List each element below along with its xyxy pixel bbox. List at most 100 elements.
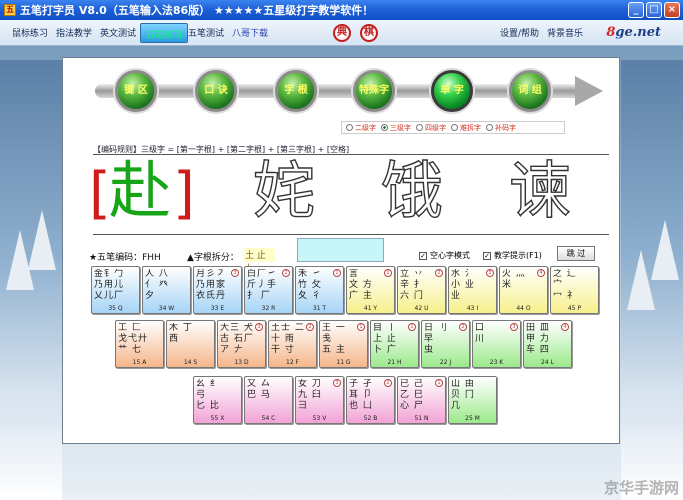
key-stroke-badge: 3: [231, 269, 239, 277]
hint-checkbox[interactable]: ✓ 教学提示(F1): [483, 250, 542, 261]
roots-value: 土 止 卜: [243, 248, 275, 274]
key-code-label: 54 C: [261, 415, 276, 422]
key-j: 日 刂早 虫 2 22 J: [421, 320, 470, 368]
key-roots: 山 由贝 冂几: [451, 379, 475, 411]
nav-english-test[interactable]: 英文测试: [100, 26, 136, 39]
key-b: 子 孑耳 卩也 凵 2 52 B: [346, 376, 395, 424]
key-u: 立 丷辛 扌六 门 2 42 U: [397, 266, 446, 314]
skip-button[interactable]: 跳 过: [557, 246, 595, 261]
window-controls: _ □ ×: [628, 2, 680, 18]
key-code-label: 43 I: [466, 305, 479, 312]
key-stroke-badge: 2: [282, 269, 290, 277]
key-roots: 木 丁西: [169, 323, 193, 344]
radio-supplement[interactable]: 补码字: [486, 123, 516, 133]
nav-download[interactable]: 八哥下载: [232, 26, 268, 39]
key-s: 木 丁西 14 S: [166, 320, 215, 368]
key-y: 言 文 方广 主 1 41 Y: [346, 266, 395, 314]
upcoming-char: 姹: [252, 154, 316, 227]
key-code-label: 23 K: [489, 359, 504, 366]
minimize-button[interactable]: _: [628, 2, 644, 18]
level-radio-group: 二级字 三级字 四级字 难拆字 补码字: [341, 121, 565, 134]
key-code-label: 34 W: [158, 305, 175, 312]
key-stroke-badge: 1: [408, 323, 416, 331]
nav-bg-music[interactable]: 背景音乐: [547, 26, 583, 39]
key-code-label: 55 X: [210, 415, 225, 422]
nav-fingering[interactable]: 指法教学: [56, 26, 92, 39]
key-roots: 之 辶 宀冖 礻: [553, 269, 577, 301]
key-stroke-badge: 3: [255, 323, 263, 331]
key-i: 水 氵小 业 业 3 43 I: [448, 266, 497, 314]
radio-level-2[interactable]: 二级字: [346, 123, 376, 133]
bracket-right: ]: [173, 161, 195, 226]
key-code-label: 11 G: [336, 359, 351, 366]
maximize-button[interactable]: □: [646, 2, 662, 18]
key-roots: 金钅勹 乃用儿 乂儿厂: [94, 269, 125, 301]
radio-level-3[interactable]: 三级字: [381, 123, 411, 133]
key-roots: 又 厶巴 马: [247, 379, 271, 400]
key-stroke-badge: 1: [333, 269, 341, 277]
key-code-label: 13 D: [234, 359, 249, 366]
nav-bar: 鼠标练习 指法教学 英文测试 五笔练习 五笔测试 八哥下载 典 棋 设置/帮助 …: [0, 20, 683, 46]
nav-wubi-test[interactable]: 五笔测试: [188, 26, 224, 39]
orb-single-char[interactable]: 单 字: [431, 70, 473, 112]
key-k: 口 川 3 23 K: [472, 320, 521, 368]
orb-roots[interactable]: 字 根: [275, 70, 317, 112]
nav-wubi-practice[interactable]: 五笔练习: [140, 23, 189, 43]
radio-hard-split[interactable]: 难拆字: [451, 123, 481, 133]
key-p: 之 辶 宀冖 礻 45 P: [550, 266, 599, 314]
key-code-label: 44 O: [516, 305, 531, 312]
key-o: 火 灬 米 4 44 O: [499, 266, 548, 314]
game-seal-qi[interactable]: 棋: [360, 24, 378, 42]
key-stroke-badge: 2: [384, 379, 392, 387]
key-code-label: 25 M: [465, 415, 480, 422]
key-stroke-badge: 3: [333, 379, 341, 387]
key-q: 金钅勹 乃用儿 乂儿厂 35 Q: [91, 266, 140, 314]
key-stroke-badge: 3: [486, 269, 494, 277]
radio-dot: [346, 124, 353, 131]
orb-keyarea[interactable]: 键 区: [115, 70, 157, 112]
orb-phrases[interactable]: 词 组: [509, 70, 551, 112]
orb-special[interactable]: 特殊字: [353, 70, 395, 112]
window-titlebar: 五 五笔打字员 V8.0（五笔输入法86版） ★★★★★五星级打字教学软件！ _…: [0, 0, 683, 20]
key-stroke-badge: 2: [435, 269, 443, 277]
snow-ground: [0, 430, 62, 500]
key-code-label: 33 E: [210, 305, 225, 312]
key-stroke-badge: 1: [435, 379, 443, 387]
orb-formula[interactable]: 口 诀: [195, 70, 237, 112]
key-code-label: 35 Q: [108, 305, 123, 312]
key-code-label: 41 Y: [363, 305, 378, 312]
key-h: 目 丨上 止卜 广 1 21 H: [370, 320, 419, 368]
key-stroke-badge: 4: [561, 323, 569, 331]
key-code-label: 52 B: [363, 415, 378, 422]
key-w: 人 八亻 癶 夕 34 W: [142, 266, 191, 314]
radio-dot: [451, 124, 458, 131]
radio-dot: [486, 124, 493, 131]
key-a: 工 匚戈弋廾艹 七 15 A: [115, 320, 164, 368]
key-roots: 幺 纟弓 匕 比: [196, 379, 220, 411]
key-c: 又 厶巴 马 54 C: [244, 376, 293, 424]
snow-tree: [28, 210, 56, 270]
radio-level-4[interactable]: 四级字: [416, 123, 446, 133]
key-e: 月彡㇇ 乃用家 衣氏丹 3 33 E: [193, 266, 242, 314]
hollow-mode-checkbox[interactable]: ✓ 空心字模式: [419, 250, 470, 261]
key-code-label: 21 H: [387, 359, 402, 366]
key-v: 女 刀九 臼 彐 3 53 V: [295, 376, 344, 424]
nav-mouse-practice[interactable]: 鼠标练习: [12, 26, 48, 39]
radio-dot-selected: [381, 124, 388, 131]
key-t: 禾 ㇀竹 攵夂 彳 1 31 T: [295, 266, 344, 314]
key-d: 大三 犬古 石厂 ア 𠂇 3 13 D: [217, 320, 266, 368]
close-button[interactable]: ×: [664, 2, 680, 18]
key-stroke-badge: 1: [384, 269, 392, 277]
game-seal-dian[interactable]: 典: [333, 24, 351, 42]
key-g: 王 一 戋五 主 1 11 G: [319, 320, 368, 368]
typing-input[interactable]: [297, 238, 384, 262]
key-code-label: 15 A: [132, 359, 147, 366]
key-code-label: 24 L: [541, 359, 554, 366]
key-f: 土士 二十 雨 干 寸 2 12 F: [268, 320, 317, 368]
key-code-label: 53 V: [312, 415, 327, 422]
nav-settings-help[interactable]: 设置/帮助: [500, 26, 539, 39]
key-code-label: 32 R: [261, 305, 276, 312]
upcoming-char: 谏: [508, 154, 572, 227]
key-stroke-badge: 2: [306, 323, 314, 331]
practice-panel: 键 区 口 诀 字 根 特殊字 单 字 词 组 二级字 三级字 四级字 难拆字 …: [62, 57, 620, 444]
